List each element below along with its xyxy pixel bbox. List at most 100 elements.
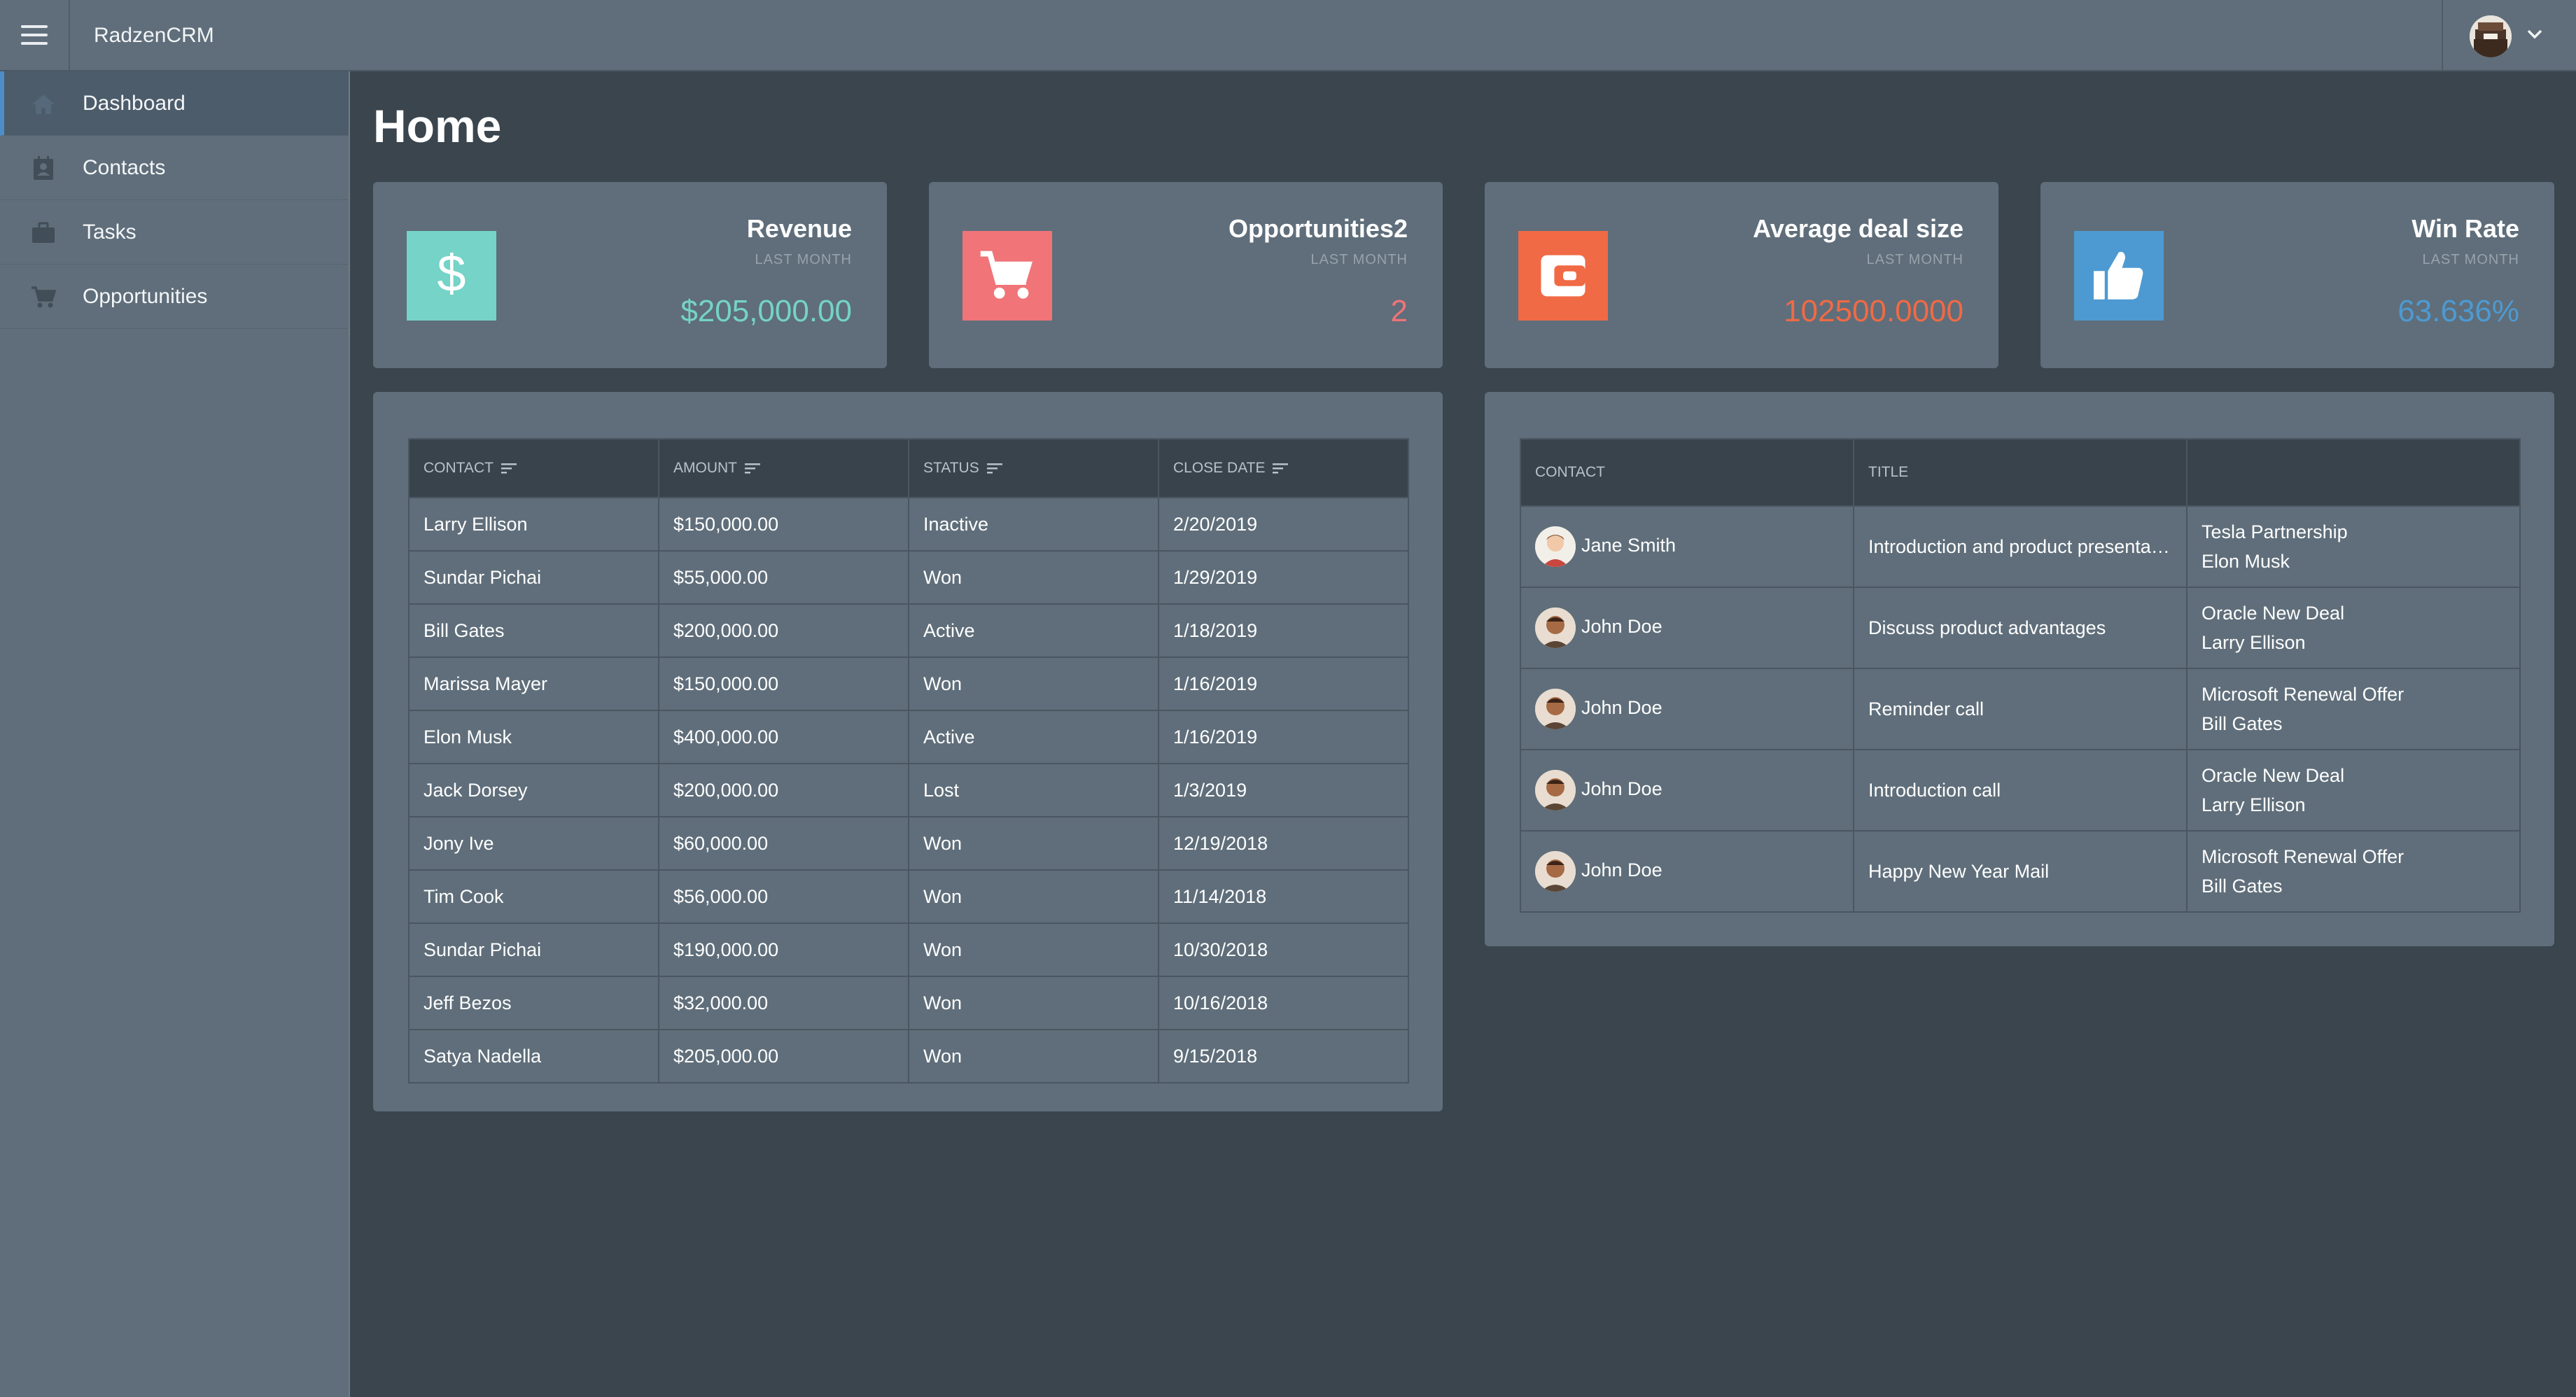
table-row[interactable]: Jane Smith Introduction and product pres… [1520,505,2520,587]
cell-close-date: 2/20/2019 [1158,497,1408,551]
table-row[interactable]: Sundar Pichai $190,000.00 Won 10/30/2018 [409,922,1408,976]
avatar [2470,15,2512,57]
sidebar-item-opportunities[interactable]: Opportunities [0,265,349,329]
cell-contact: John Doe [1520,830,1854,912]
sort-icon[interactable] [1272,461,1290,475]
cell-contact: Tim Cook [409,869,659,923]
card-title: Revenue [746,214,852,243]
table-row[interactable]: Elon Musk $400,000.00 Active 1/16/2019 [409,710,1408,764]
table-row[interactable]: John Doe Discuss product advantages Orac… [1520,587,2520,668]
sidebar: Dashboard Contacts Tasks Opportunities [0,71,350,1397]
opportunities-card: Opportunities2 LAST MONTH 2 [929,182,1443,368]
wallet-icon [1518,231,1608,321]
opportunities-panel: CONTACT AMOUNT STATUS CLOSE DATE Larry E… [373,392,1443,1111]
card-subtitle: LAST MONTH [2422,252,2519,267]
cell-contact: John Doe [1520,587,1854,668]
column-header-amount[interactable]: AMOUNT [659,439,909,498]
cell-opportunity: Tesla Partnership Elon Musk [2187,505,2520,587]
sidebar-item-tasks[interactable]: Tasks [0,200,349,265]
column-header-close-date[interactable]: CLOSE DATE [1158,439,1408,498]
avatar [1535,770,1576,810]
cell-contact: Sundar Pichai [409,550,659,604]
table-row[interactable]: Jony Ive $60,000.00 Won 12/19/2018 [409,816,1408,870]
cell-status: Won [909,922,1159,976]
cell-close-date: 1/16/2019 [1158,657,1408,710]
card-title: Opportunities2 [1228,214,1408,243]
sidebar-item-dashboard[interactable]: Dashboard [0,71,349,136]
cell-amount: $200,000.00 [659,603,909,657]
cell-status: Active [909,603,1159,657]
cell-amount: $200,000.00 [659,763,909,817]
column-header-status[interactable]: STATUS [909,439,1159,498]
cell-close-date: 11/14/2018 [1158,869,1408,923]
profile-menu[interactable] [2442,0,2576,70]
cell-status: Inactive [909,497,1159,551]
cell-contact: John Doe [1520,749,1854,831]
sort-icon[interactable] [500,461,519,475]
table-row[interactable]: John Doe Happy New Year Mail Microsoft R… [1520,830,2520,912]
page-title: Home [373,100,502,152]
grid-header-row: CONTACT TITLE [1520,439,2520,506]
sort-icon[interactable] [744,461,762,475]
sidebar-item-label: Contacts [83,155,166,179]
table-row[interactable]: John Doe Introduction call Oracle New De… [1520,749,2520,831]
column-header-opportunity[interactable] [2187,439,2520,506]
table-row[interactable]: Tim Cook $56,000.00 Won 11/14/2018 [409,869,1408,923]
svg-text:$: $ [437,248,465,302]
table-row[interactable]: Sundar Pichai $55,000.00 Won 1/29/2019 [409,550,1408,604]
cell-status: Won [909,869,1159,923]
briefcase-icon [32,222,55,243]
column-header-contact[interactable]: CONTACT [1520,439,1854,506]
cell-amount: $400,000.00 [659,710,909,764]
avatar [1535,526,1576,567]
cell-status: Won [909,657,1159,710]
cell-contact: Bill Gates [409,603,659,657]
card-subtitle: LAST MONTH [755,252,852,267]
sidebar-item-contacts[interactable]: Contacts [0,136,349,200]
card-value: $205,000.00 [680,294,852,328]
column-header-contact[interactable]: CONTACT [409,439,659,498]
table-row[interactable]: John Doe Reminder call Microsoft Renewal… [1520,668,2520,750]
cell-status: Won [909,816,1159,870]
table-row[interactable]: Jeff Bezos $32,000.00 Won 10/16/2018 [409,976,1408,1030]
cell-opportunity: Oracle New Deal Larry Ellison [2187,749,2520,831]
card-subtitle: LAST MONTH [1310,252,1408,267]
card-subtitle: LAST MONTH [1866,252,1963,267]
top-bar: RadzenCRM [0,0,2576,71]
thumbs-up-icon [2074,231,2164,321]
cell-amount: $190,000.00 [659,922,909,976]
cell-opportunity: Oracle New Deal Larry Ellison [2187,587,2520,668]
cell-status: Won [909,550,1159,604]
cell-close-date: 10/16/2018 [1158,976,1408,1030]
cell-amount: $55,000.00 [659,550,909,604]
cell-amount: $56,000.00 [659,869,909,923]
average-deal-size-card: Average deal size LAST MONTH 102500.0000 [1485,182,1998,368]
card-title: Average deal size [1753,214,1963,243]
table-row[interactable]: Bill Gates $200,000.00 Active 1/18/2019 [409,603,1408,657]
cell-amount: $150,000.00 [659,497,909,551]
table-row[interactable]: Satya Nadella $205,000.00 Won 9/15/2018 [409,1029,1408,1083]
cell-opportunity: Microsoft Renewal Offer Bill Gates [2187,830,2520,912]
cell-contact: John Doe [1520,668,1854,750]
cell-amount: $32,000.00 [659,976,909,1030]
table-row[interactable]: Marissa Mayer $150,000.00 Won 1/16/2019 [409,657,1408,710]
cell-amount: $205,000.00 [659,1029,909,1083]
cell-amount: $60,000.00 [659,816,909,870]
cart-icon [962,231,1052,321]
tasks-panel: CONTACT TITLE Jane Smith Introduction an… [1485,392,2554,946]
sidebar-item-label: Opportunities [83,284,208,308]
revenue-card: $ Revenue LAST MONTH $205,000.00 [373,182,887,368]
cell-close-date: 1/3/2019 [1158,763,1408,817]
sort-icon[interactable] [986,461,1004,475]
cell-close-date: 1/18/2019 [1158,603,1408,657]
cell-contact: Marissa Mayer [409,657,659,710]
cell-title: Discuss product advantages [1854,587,2188,668]
table-row[interactable]: Jack Dorsey $200,000.00 Lost 1/3/2019 [409,763,1408,817]
table-row[interactable]: Larry Ellison $150,000.00 Inactive 2/20/201… [409,497,1408,551]
cell-close-date: 12/19/2018 [1158,816,1408,870]
column-header-title[interactable]: TITLE [1854,439,2188,506]
cell-close-date: 1/16/2019 [1158,710,1408,764]
cell-opportunity: Microsoft Renewal Offer Bill Gates [2187,668,2520,750]
menu-toggle-button[interactable] [0,0,70,70]
cell-status: Won [909,1029,1159,1083]
